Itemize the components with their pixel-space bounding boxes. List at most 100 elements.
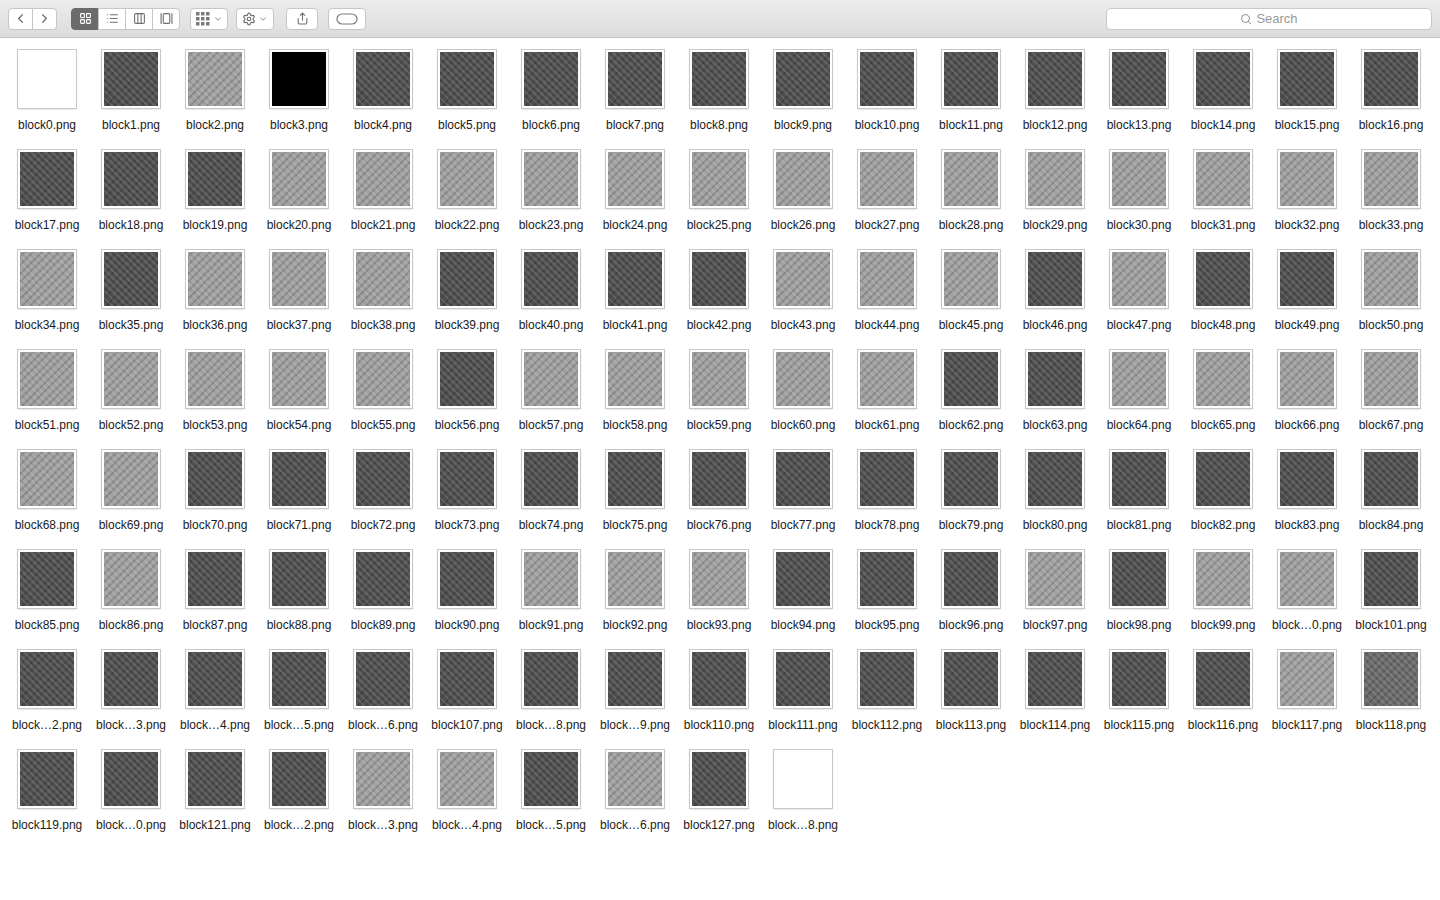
file-thumbnail[interactable] <box>606 750 664 808</box>
file-thumbnail[interactable] <box>1110 150 1168 208</box>
file-thumbnail[interactable] <box>690 150 748 208</box>
file-thumbnail[interactable] <box>1026 50 1084 108</box>
file-item[interactable]: block58.png <box>593 338 677 438</box>
file-item[interactable]: block…3.png <box>341 738 425 838</box>
file-item[interactable]: block84.png <box>1349 438 1433 538</box>
file-thumbnail[interactable] <box>186 450 244 508</box>
file-item[interactable]: block53.png <box>173 338 257 438</box>
file-thumbnail[interactable] <box>1194 450 1252 508</box>
file-thumbnail[interactable] <box>1194 50 1252 108</box>
tags-button[interactable] <box>328 8 366 30</box>
file-thumbnail[interactable] <box>1026 450 1084 508</box>
file-item[interactable]: block…8.png <box>509 638 593 738</box>
file-thumbnail[interactable] <box>186 650 244 708</box>
file-item[interactable]: block25.png <box>677 138 761 238</box>
file-item[interactable]: block74.png <box>509 438 593 538</box>
file-thumbnail[interactable] <box>1362 450 1420 508</box>
file-item[interactable]: block51.png <box>5 338 89 438</box>
file-item[interactable]: block63.png <box>1013 338 1097 438</box>
file-item[interactable]: block14.png <box>1181 38 1265 138</box>
file-item[interactable]: block78.png <box>845 438 929 538</box>
file-item[interactable]: block28.png <box>929 138 1013 238</box>
file-thumbnail[interactable] <box>606 250 664 308</box>
file-thumbnail[interactable] <box>690 550 748 608</box>
file-thumbnail[interactable] <box>1110 450 1168 508</box>
file-item[interactable]: block18.png <box>89 138 173 238</box>
file-item[interactable]: block7.png <box>593 38 677 138</box>
file-thumbnail[interactable] <box>606 650 664 708</box>
file-thumbnail[interactable] <box>102 450 160 508</box>
file-item[interactable]: block40.png <box>509 238 593 338</box>
file-item[interactable]: block15.png <box>1265 38 1349 138</box>
file-item[interactable]: block119.png <box>5 738 89 838</box>
file-item[interactable]: block22.png <box>425 138 509 238</box>
file-thumbnail[interactable] <box>438 750 496 808</box>
file-thumbnail[interactable] <box>774 350 832 408</box>
file-thumbnail[interactable] <box>690 250 748 308</box>
file-item[interactable]: block…6.png <box>341 638 425 738</box>
file-item[interactable]: block121.png <box>173 738 257 838</box>
file-item[interactable]: block…8.png <box>761 738 845 838</box>
file-item[interactable]: block19.png <box>173 138 257 238</box>
file-thumbnail[interactable] <box>354 550 412 608</box>
file-thumbnail[interactable] <box>774 650 832 708</box>
file-thumbnail[interactable] <box>1362 650 1420 708</box>
file-thumbnail[interactable] <box>858 150 916 208</box>
file-item[interactable]: block117.png <box>1265 638 1349 738</box>
file-item[interactable]: block99.png <box>1181 538 1265 638</box>
file-item[interactable]: block29.png <box>1013 138 1097 238</box>
file-thumbnail[interactable] <box>606 150 664 208</box>
file-thumbnail[interactable] <box>1278 350 1336 408</box>
file-thumbnail[interactable] <box>438 250 496 308</box>
file-item[interactable]: block114.png <box>1013 638 1097 738</box>
file-item[interactable]: block26.png <box>761 138 845 238</box>
file-item[interactable]: block54.png <box>257 338 341 438</box>
file-thumbnail[interactable] <box>1194 250 1252 308</box>
file-item[interactable]: block…5.png <box>257 638 341 738</box>
file-thumbnail[interactable] <box>354 650 412 708</box>
file-thumbnail[interactable] <box>690 650 748 708</box>
file-item[interactable]: block55.png <box>341 338 425 438</box>
file-item[interactable]: block12.png <box>1013 38 1097 138</box>
file-item[interactable]: block6.png <box>509 38 593 138</box>
file-thumbnail[interactable] <box>606 50 664 108</box>
file-item[interactable]: block96.png <box>929 538 1013 638</box>
file-thumbnail[interactable] <box>270 150 328 208</box>
file-item[interactable]: block42.png <box>677 238 761 338</box>
file-item[interactable]: block86.png <box>89 538 173 638</box>
file-thumbnail[interactable] <box>774 250 832 308</box>
file-item[interactable]: block118.png <box>1349 638 1433 738</box>
file-thumbnail[interactable] <box>1362 150 1420 208</box>
file-item[interactable]: block1.png <box>89 38 173 138</box>
file-thumbnail[interactable] <box>186 550 244 608</box>
file-thumbnail[interactable] <box>1194 350 1252 408</box>
file-thumbnail[interactable] <box>1362 50 1420 108</box>
file-thumbnail[interactable] <box>1110 250 1168 308</box>
file-thumbnail[interactable] <box>18 150 76 208</box>
file-item[interactable]: block5.png <box>425 38 509 138</box>
file-thumbnail[interactable] <box>858 250 916 308</box>
file-thumbnail[interactable] <box>606 350 664 408</box>
file-item[interactable]: block88.png <box>257 538 341 638</box>
file-thumbnail[interactable] <box>522 50 580 108</box>
file-thumbnail[interactable] <box>1026 350 1084 408</box>
file-thumbnail[interactable] <box>606 550 664 608</box>
file-item[interactable]: block79.png <box>929 438 1013 538</box>
file-thumbnail[interactable] <box>942 50 1000 108</box>
file-thumbnail[interactable] <box>102 650 160 708</box>
file-item[interactable]: block76.png <box>677 438 761 538</box>
file-item[interactable]: block65.png <box>1181 338 1265 438</box>
file-thumbnail[interactable] <box>186 50 244 108</box>
file-thumbnail[interactable] <box>270 550 328 608</box>
file-thumbnail[interactable] <box>270 750 328 808</box>
file-item[interactable]: block110.png <box>677 638 761 738</box>
file-item[interactable]: block41.png <box>593 238 677 338</box>
file-item[interactable]: block46.png <box>1013 238 1097 338</box>
share-button[interactable] <box>286 8 318 30</box>
file-thumbnail[interactable] <box>18 750 76 808</box>
file-item[interactable]: block…2.png <box>257 738 341 838</box>
file-thumbnail[interactable] <box>1110 550 1168 608</box>
file-thumbnail[interactable] <box>270 350 328 408</box>
file-item[interactable]: block77.png <box>761 438 845 538</box>
file-item[interactable]: block91.png <box>509 538 593 638</box>
